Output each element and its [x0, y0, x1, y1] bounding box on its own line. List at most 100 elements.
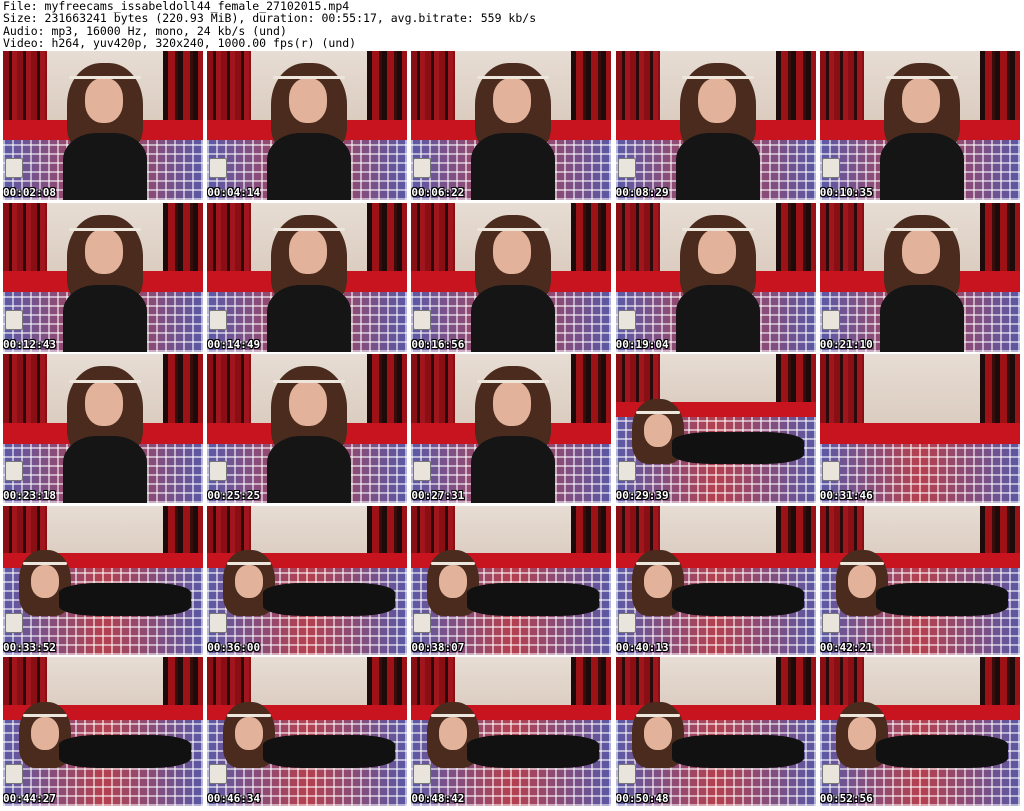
- figure-person-face: [643, 413, 672, 447]
- thumbnail-timestamp: 00:02:08: [3, 186, 56, 199]
- figure-band: [431, 714, 476, 717]
- thumbnail-timestamp: 00:38:07: [411, 640, 465, 654]
- video-thumbnail: 00:36:00: [207, 505, 408, 655]
- figure-band: [431, 562, 476, 566]
- thumbnail-timestamp: 00:16:56: [411, 337, 465, 351]
- protection-badge-icon: [5, 158, 23, 178]
- figure-person-face: [289, 77, 328, 123]
- figure-person-face: [643, 716, 672, 750]
- protection-badge-icon: [413, 158, 432, 178]
- figure-band: [477, 379, 550, 383]
- figure-person-face: [493, 381, 532, 426]
- protection-badge-icon: [209, 612, 228, 633]
- figure-person-body: [263, 734, 396, 768]
- thumbnail-timestamp: 00:04:14: [207, 186, 261, 199]
- thumbnail-timestamp: 00:23:18: [3, 489, 56, 503]
- figure-person-body: [675, 284, 760, 352]
- figure-band: [477, 76, 550, 80]
- video-thumbnail: 00:42:21: [819, 505, 1020, 655]
- figure-person-body: [671, 734, 804, 768]
- thumbnail-timestamp: 00:46:34: [207, 792, 261, 806]
- file-info-header: File: myfreecams_issabeldoll44_female_27…: [3, 0, 1021, 50]
- thumbnail-timestamp: 00:50:48: [615, 792, 669, 806]
- protection-badge-icon: [413, 461, 432, 482]
- protection-badge-icon: [209, 461, 228, 482]
- figure-band: [885, 227, 958, 231]
- video-thumbnail: 00:44:27: [3, 657, 203, 807]
- figure-person-face: [697, 229, 736, 275]
- figure-person-face: [901, 77, 940, 123]
- figure-person-face: [85, 229, 123, 275]
- video-thumbnail: 00:12:43: [3, 202, 203, 352]
- figure-person-body: [63, 436, 147, 504]
- video-thumbnail: 00:29:39: [615, 354, 816, 504]
- figure-person-body: [63, 132, 147, 200]
- protection-badge-icon: [821, 764, 840, 785]
- figure-person-face: [289, 381, 328, 426]
- thumbnail-timestamp: 00:31:46: [819, 489, 873, 503]
- figure-person-body: [471, 284, 556, 352]
- video-thumbnail: 00:25:25: [207, 354, 408, 504]
- figure-band: [273, 379, 346, 383]
- video-thumbnail: 00:14:49: [207, 202, 408, 352]
- figure-band: [69, 379, 141, 383]
- figure-person-face: [901, 229, 940, 275]
- video-thumbnail: 00:40:13: [615, 505, 816, 655]
- protection-badge-icon: [5, 309, 23, 330]
- figure-person-body: [467, 583, 600, 617]
- protection-badge-icon: [617, 461, 636, 482]
- figure-person-body: [63, 284, 147, 352]
- thumbnail-grid: 00:02:08 00:04:14 00:06:22 00:08:29 00:10:35…: [3, 51, 1021, 808]
- video-thumbnail: 00:04:14: [207, 51, 408, 200]
- thumbnail-timestamp: 00:44:27: [3, 792, 56, 806]
- figure-band: [273, 76, 346, 80]
- video-thumbnail: 00:16:56: [411, 202, 612, 352]
- video-thumbnail: 00:08:29: [615, 51, 816, 200]
- video-thumbnail: 00:50:48: [615, 657, 816, 807]
- video-thumbnail: 00:48:42: [411, 657, 612, 807]
- thumbnail-timestamp: 00:19:04: [615, 337, 669, 351]
- protection-badge-icon: [821, 461, 840, 482]
- protection-badge-icon: [617, 612, 636, 633]
- figure-person-face: [85, 77, 123, 123]
- protection-badge-icon: [413, 764, 432, 785]
- protection-badge-icon: [617, 158, 636, 178]
- figure-band: [273, 227, 346, 231]
- protection-badge-icon: [821, 158, 840, 178]
- figure-person-face: [31, 716, 59, 750]
- thumbnail-timestamp: 00:08:29: [615, 186, 669, 199]
- protection-badge-icon: [209, 764, 228, 785]
- thumbnail-timestamp: 00:48:42: [411, 792, 465, 806]
- thumbnail-timestamp: 00:27:31: [411, 489, 465, 503]
- figure-person-face: [85, 381, 123, 426]
- thumbnail-timestamp: 00:10:35: [819, 186, 873, 199]
- video-thumbnail: 00:02:08: [3, 51, 203, 200]
- figure-person-body: [671, 583, 804, 617]
- figure-person-face: [439, 565, 468, 599]
- thumbnail-timestamp: 00:12:43: [3, 337, 56, 351]
- protection-badge-icon: [5, 764, 23, 785]
- video-thumbnail: 00:19:04: [615, 202, 816, 352]
- protection-badge-icon: [617, 309, 636, 330]
- protection-badge-icon: [617, 764, 636, 785]
- figure-band: [839, 714, 884, 717]
- figure-person-face: [289, 229, 328, 275]
- video-thumbnail: 00:23:18: [3, 354, 203, 504]
- video-thumbnail: 00:46:34: [207, 657, 408, 807]
- figure-person-body: [59, 583, 191, 617]
- video-thumbnail: 00:27:31: [411, 354, 612, 504]
- video-thumbnail: 00:06:22: [411, 51, 612, 200]
- figure-person-body: [675, 132, 760, 200]
- thumbnail-timestamp: 00:14:49: [207, 337, 261, 351]
- figure-band: [681, 76, 754, 80]
- video-thumbnail: 00:31:46: [819, 354, 1020, 504]
- thumbnail-timestamp: 00:25:25: [207, 489, 261, 503]
- figure-band: [227, 562, 272, 566]
- figure-person-face: [439, 716, 468, 750]
- figure-person-body: [467, 734, 600, 768]
- thumbnail-timestamp: 00:40:13: [615, 640, 669, 654]
- thumbnail-timestamp: 00:42:21: [819, 640, 873, 654]
- figure-person-body: [267, 132, 352, 200]
- figure-person-face: [31, 565, 59, 599]
- figure-band: [23, 714, 67, 717]
